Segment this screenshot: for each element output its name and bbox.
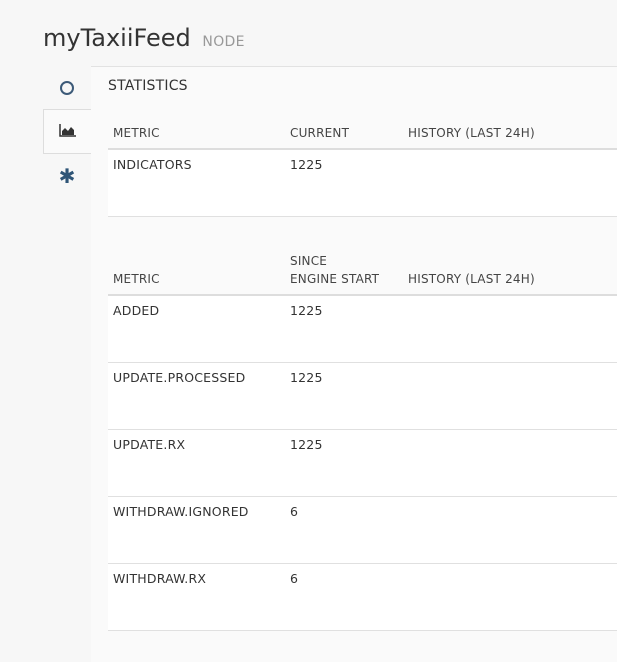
panel-title: STATISTICS <box>108 78 188 94</box>
header-line-since: SINCE <box>290 254 328 268</box>
column-header-history: HISTORY (LAST 24H) <box>403 117 617 150</box>
area-chart-icon <box>58 122 77 141</box>
tab-statistics[interactable] <box>43 109 92 154</box>
metric-name: UPDATE.PROCESSED <box>108 362 285 430</box>
metric-value: 1225 <box>285 362 403 430</box>
table-header-row: METRIC SINCE ENGINE START HISTORY (LAST … <box>108 252 617 296</box>
metric-value: 6 <box>285 496 403 564</box>
current-stats-table: METRIC CURRENT HISTORY (LAST 24H) INDICA… <box>108 117 617 217</box>
table-header-row: METRIC CURRENT HISTORY (LAST 24H) <box>108 117 617 150</box>
side-tabs: ✱ <box>43 67 92 262</box>
table-row: UPDATE.PROCESSED 1225 <box>108 362 617 430</box>
metric-name: WITHDRAW.RX <box>108 563 285 631</box>
table-row: INDICATORS 1225 <box>108 149 617 217</box>
tab-status[interactable] <box>43 67 91 109</box>
metric-name: UPDATE.RX <box>108 429 285 497</box>
metric-value: 6 <box>285 563 403 631</box>
engine-stats-table: METRIC SINCE ENGINE START HISTORY (LAST … <box>108 252 617 631</box>
table-row: WITHDRAW.RX 6 <box>108 563 617 631</box>
page-title: myTaxiiFeed NODE <box>43 24 245 52</box>
column-header-since-engine-start: SINCE ENGINE START <box>285 252 403 296</box>
column-header-metric: METRIC <box>108 117 285 150</box>
metric-value: 1225 <box>285 295 403 363</box>
history-sparkline <box>403 295 617 363</box>
history-sparkline <box>403 496 617 564</box>
metric-name: INDICATORS <box>108 149 285 217</box>
column-header-current: CURRENT <box>285 117 403 150</box>
circle-icon <box>60 81 74 95</box>
column-header-history: HISTORY (LAST 24H) <box>403 252 617 296</box>
history-sparkline <box>403 563 617 631</box>
tab-config[interactable]: ✱ <box>43 155 91 197</box>
metric-value: 1225 <box>285 429 403 497</box>
metric-name: WITHDRAW.IGNORED <box>108 496 285 564</box>
metric-value: 1225 <box>285 149 403 217</box>
column-header-metric: METRIC <box>108 252 285 296</box>
table-row: ADDED 1225 <box>108 295 617 363</box>
node-type-tag: NODE <box>202 34 245 50</box>
table-row: WITHDRAW.IGNORED 6 <box>108 496 617 564</box>
metric-name: ADDED <box>108 295 285 363</box>
statistics-panel: STATISTICS METRIC CURRENT HISTORY (LAST … <box>91 66 617 662</box>
table-row: UPDATE.RX 1225 <box>108 429 617 497</box>
history-sparkline <box>403 149 617 217</box>
history-sparkline <box>403 429 617 497</box>
node-name: myTaxiiFeed <box>43 24 191 52</box>
asterisk-icon: ✱ <box>58 164 76 188</box>
history-sparkline <box>403 362 617 430</box>
header-line-engine-start: ENGINE START <box>290 272 380 286</box>
